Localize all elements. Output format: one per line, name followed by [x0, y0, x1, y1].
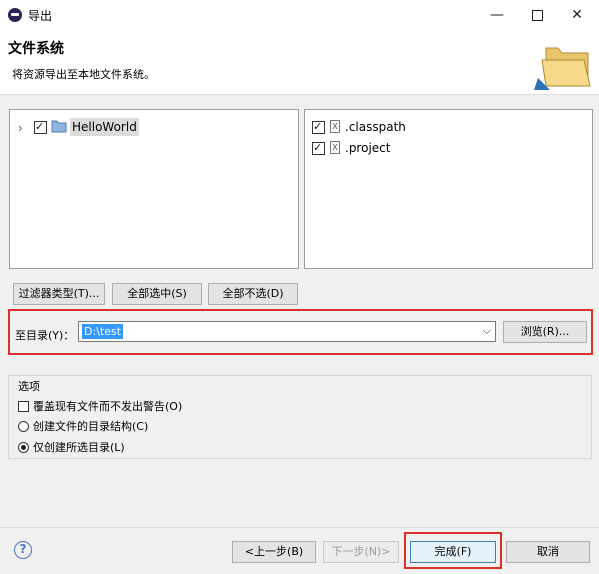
- project-tree[interactable]: › HelloWorld: [9, 109, 299, 269]
- project-folder-icon: [51, 120, 67, 133]
- browse-button[interactable]: 浏览(R)...: [503, 321, 587, 343]
- destination-label: 至目录(Y)：: [15, 329, 75, 342]
- eclipse-app-icon: [8, 8, 22, 22]
- create-selected-label: 仅创建所选目录(L): [33, 441, 125, 454]
- close-button[interactable]: ✕: [558, 0, 596, 30]
- radio-button-selected[interactable]: [18, 442, 29, 453]
- file-checkbox[interactable]: [312, 139, 325, 157]
- tree-item-helloworld[interactable]: › HelloWorld: [10, 118, 296, 136]
- deselect-all-button[interactable]: 全部不选(D): [208, 283, 298, 305]
- cancel-button[interactable]: 取消: [506, 541, 590, 563]
- xml-file-icon: X: [330, 120, 340, 133]
- file-label: .classpath: [345, 120, 406, 134]
- destination-value[interactable]: D:\test: [82, 324, 124, 339]
- radio-button[interactable]: [18, 421, 29, 432]
- overwrite-label: 覆盖现有文件而不发出警告(O): [33, 400, 183, 413]
- create-structure-label: 创建文件的目录结构(C): [33, 420, 149, 433]
- file-checkbox[interactable]: [312, 118, 325, 136]
- checkbox[interactable]: [18, 401, 29, 412]
- back-button[interactable]: <上一步(B): [232, 541, 316, 563]
- destination-combo[interactable]: D:\test ⌵: [78, 321, 496, 342]
- minimize-button[interactable]: —: [478, 0, 516, 30]
- wizard-body: › HelloWorld X .classpath X .project 过滤器…: [0, 95, 599, 527]
- file-label: .project: [345, 141, 391, 155]
- file-list[interactable]: X .classpath X .project: [304, 109, 593, 269]
- chevron-right-icon[interactable]: ›: [18, 119, 23, 137]
- filter-types-button[interactable]: 过滤器类型(T)...: [13, 283, 105, 305]
- maximize-button[interactable]: [518, 0, 556, 30]
- wizard-header: 文件系统 将资源导出至本地文件系统。: [0, 30, 599, 95]
- page-title: 文件系统: [8, 41, 64, 57]
- next-button[interactable]: 下一步(N)>: [323, 541, 399, 563]
- file-item-project[interactable]: X .project: [305, 139, 590, 157]
- chevron-down-icon[interactable]: ⌵: [483, 324, 491, 338]
- xml-file-icon: X: [330, 141, 340, 154]
- finish-highlight: [404, 532, 502, 569]
- tree-item-label: HelloWorld: [70, 118, 139, 136]
- window-title: 导出: [28, 9, 53, 23]
- title-bar: 导出 — ✕: [0, 0, 599, 30]
- tree-item-checkbox[interactable]: [34, 118, 47, 136]
- select-all-button[interactable]: 全部选中(S): [112, 283, 202, 305]
- file-item-classpath[interactable]: X .classpath: [305, 118, 590, 136]
- help-icon[interactable]: ?: [14, 541, 32, 559]
- wizard-footer: ? <上一步(B) 下一步(N)> 完成(F) 取消: [0, 527, 599, 574]
- options-legend: 选项: [16, 378, 42, 394]
- maximize-icon: [531, 9, 543, 21]
- page-description: 将资源导出至本地文件系统。: [12, 68, 155, 81]
- export-folder-icon: [534, 47, 591, 90]
